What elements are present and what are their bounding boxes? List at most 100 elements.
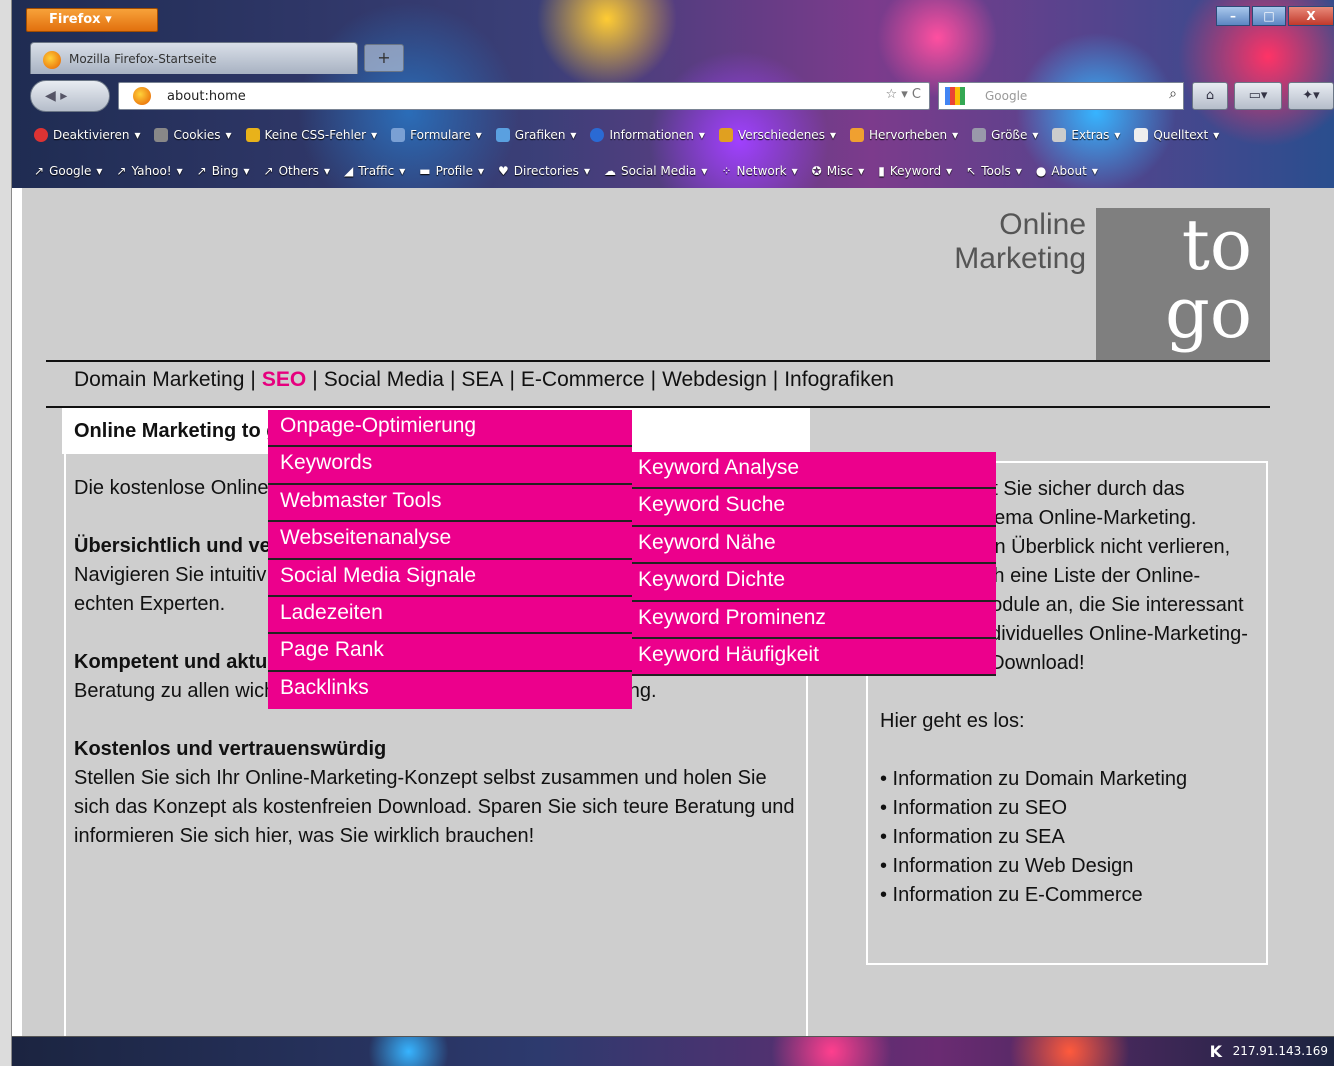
css-icon	[245, 128, 260, 142]
info-link-e-commerce[interactable]: • Information zu E-Commerce	[880, 881, 1254, 910]
bookmarks-menu-button[interactable]: ▭▾	[1234, 82, 1282, 110]
home-button[interactable]: ⌂	[1192, 82, 1228, 110]
maximize-button[interactable]: □	[1252, 6, 1286, 26]
traffic-icon: ◢	[343, 164, 354, 178]
bookmark-item[interactable]: ⁘ Network ▾	[721, 164, 797, 178]
site-logo-text[interactable]: Online Marketing	[954, 208, 1086, 276]
minimize-button[interactable]: –	[1216, 6, 1250, 26]
heart-icon: ♥	[497, 164, 509, 178]
bookmark-label: Network	[736, 164, 787, 178]
highlighter-icon	[849, 128, 864, 142]
nav-separator: |	[650, 368, 657, 391]
web-page: Online Marketing to go Domain Marketing |…	[22, 188, 1334, 1036]
bookmark-item[interactable]: ✪ Misc ▾	[812, 164, 865, 178]
bookmark-item[interactable]: Cookies ▾	[154, 128, 232, 142]
info-link-seo[interactable]: • Information zu SEO	[880, 794, 1254, 823]
bookmark-item[interactable]: Quelltext ▾	[1134, 128, 1219, 142]
bookmark-label: Keyword	[889, 164, 942, 178]
bookmark-label: Verschiedenes	[737, 128, 825, 142]
menu-item-onpage-optimierung[interactable]: Onpage-Optimierung	[268, 410, 632, 448]
bookmark-item[interactable]: ↗ Bing ▾	[197, 164, 250, 178]
bookmarks-toolbar-1: Deaktivieren ▾ Cookies ▾ Keine CSS-Fehle…	[34, 128, 1219, 142]
nav-social-media[interactable]: Social Media	[324, 368, 444, 391]
bookmark-label: Keine CSS-Fehler	[264, 128, 367, 142]
info-link-domain-marketing[interactable]: • Information zu Domain Marketing	[880, 765, 1254, 794]
bookmark-item[interactable]: ◢ Traffic ▾	[344, 164, 405, 178]
info-link-sea[interactable]: • Information zu SEA	[880, 823, 1254, 852]
nav-separator: |	[449, 368, 456, 391]
bookmark-item[interactable]: ▮ Keyword ▾	[878, 164, 952, 178]
bookmark-item[interactable]: ↗ Google ▾	[34, 164, 102, 178]
bookmark-label: Tools	[981, 164, 1011, 178]
search-placeholder: Google	[985, 89, 1028, 103]
tools-icon: ↖	[966, 164, 977, 178]
submenu-item-keyword-haeufigkeit[interactable]: Keyword Häufigkeit	[632, 639, 996, 677]
close-button[interactable]: X	[1288, 6, 1334, 26]
submenu-item-keyword-analyse[interactable]: Keyword Analyse	[632, 452, 996, 490]
bookmark-item[interactable]: ↗ Others ▾	[264, 164, 330, 178]
bookmark-label: Informationen	[609, 128, 694, 142]
images-icon	[495, 128, 510, 142]
bookmark-item[interactable]: Deaktivieren ▾	[34, 128, 140, 142]
url-bar[interactable]: about:home ☆ ▾ C	[118, 82, 930, 110]
bookmark-item[interactable]: ↗ Yahoo! ▾	[116, 164, 182, 178]
info-icon	[590, 128, 605, 142]
section-title: Kostenlos und vertrauenswürdig	[74, 738, 387, 760]
home-icon: ⌂	[1205, 88, 1215, 103]
firefox-icon	[43, 51, 61, 69]
nav-e-commerce[interactable]: E-Commerce	[521, 368, 645, 391]
submenu-item-keyword-naehe[interactable]: Keyword Nähe	[632, 527, 996, 565]
submenu-item-keyword-dichte[interactable]: Keyword Dichte	[632, 564, 996, 602]
submenu-item-keyword-suche[interactable]: Keyword Suche	[632, 489, 996, 527]
menu-item-social-media-signale[interactable]: Social Media Signale	[268, 560, 632, 597]
bookmark-item[interactable]: ↖ Tools ▾	[966, 164, 1022, 178]
google-icon	[945, 87, 965, 105]
menu-item-webmaster-tools[interactable]: Webmaster Tools	[268, 485, 632, 523]
logo-line-online: Online	[999, 208, 1086, 241]
cookie-icon	[154, 128, 169, 142]
bookmark-item[interactable]: Informationen ▾	[590, 128, 705, 142]
bookmark-item[interactable]: ♥ Directories ▾	[498, 164, 590, 178]
browser-tab[interactable]: Mozilla Firefox-Startseite	[30, 42, 358, 74]
menu-item-keywords[interactable]: Keywords	[268, 447, 632, 485]
new-tab-button[interactable]: +	[364, 44, 404, 72]
bookmark-label: Profile	[435, 164, 473, 178]
addon-button[interactable]: ✦▾	[1288, 82, 1334, 110]
bookmark-item[interactable]: Grafiken ▾	[495, 128, 576, 142]
bookmark-item[interactable]: Hervorheben ▾	[849, 128, 958, 142]
menu-item-ladezeiten[interactable]: Ladezeiten	[268, 597, 632, 635]
firefox-menu-button[interactable]: Firefox ▾	[26, 8, 158, 32]
nav-sea[interactable]: SEA	[461, 368, 503, 391]
bookmark-item[interactable]: ☁ Social Media ▾	[604, 164, 707, 178]
search-icon[interactable]: ⌕	[1169, 86, 1177, 102]
nav-infografiken[interactable]: Infografiken	[784, 368, 894, 391]
bookmark-item[interactable]: Keine CSS-Fehler ▾	[245, 128, 377, 142]
bookmark-item[interactable]: Verschiedenes ▾	[718, 128, 836, 142]
bookmark-item[interactable]: Formulare ▾	[391, 128, 482, 142]
k-icon[interactable]: K	[1210, 1042, 1222, 1061]
bookmark-item[interactable]: Größe ▾	[972, 128, 1038, 142]
logo-to: to	[1181, 204, 1252, 286]
main-navigation: Domain Marketing | SEO | Social Media | SEA | E-…	[74, 368, 894, 392]
about-icon: ●	[1035, 164, 1047, 178]
nav-seo[interactable]: SEO	[262, 368, 306, 391]
submenu-item-keyword-prominenz[interactable]: Keyword Prominenz	[632, 602, 996, 639]
search-bar[interactable]: Google ⌕	[938, 82, 1184, 110]
bookmark-item[interactable]: Extras ▾	[1052, 128, 1120, 142]
menu-item-webseitenanalyse[interactable]: Webseitenanalyse	[268, 522, 632, 560]
keyword-icon: ▮	[878, 164, 885, 178]
back-button[interactable]: ◀ ▸	[30, 80, 110, 112]
menu-item-page-rank[interactable]: Page Rank	[268, 634, 632, 672]
info-link-web-design[interactable]: • Information zu Web Design	[880, 852, 1254, 881]
taskbar: K 217.91.143.169	[12, 1036, 1334, 1066]
addon-icon: ✦▾	[1302, 88, 1320, 103]
nav-domain-marketing[interactable]: Domain Marketing	[74, 368, 244, 391]
url-actions[interactable]: ☆ ▾ C	[885, 87, 921, 102]
bookmark-item[interactable]: ● About ▾	[1036, 164, 1098, 178]
site-logo-box[interactable]: to go	[1096, 208, 1270, 362]
menu-item-backlinks[interactable]: Backlinks	[268, 672, 632, 709]
nav-webdesign[interactable]: Webdesign	[662, 368, 767, 391]
bookmark-label: Bing	[211, 164, 239, 178]
bookmark-item[interactable]: ▬ Profile ▾	[419, 164, 484, 178]
bookmark-label: Extras	[1071, 128, 1110, 142]
